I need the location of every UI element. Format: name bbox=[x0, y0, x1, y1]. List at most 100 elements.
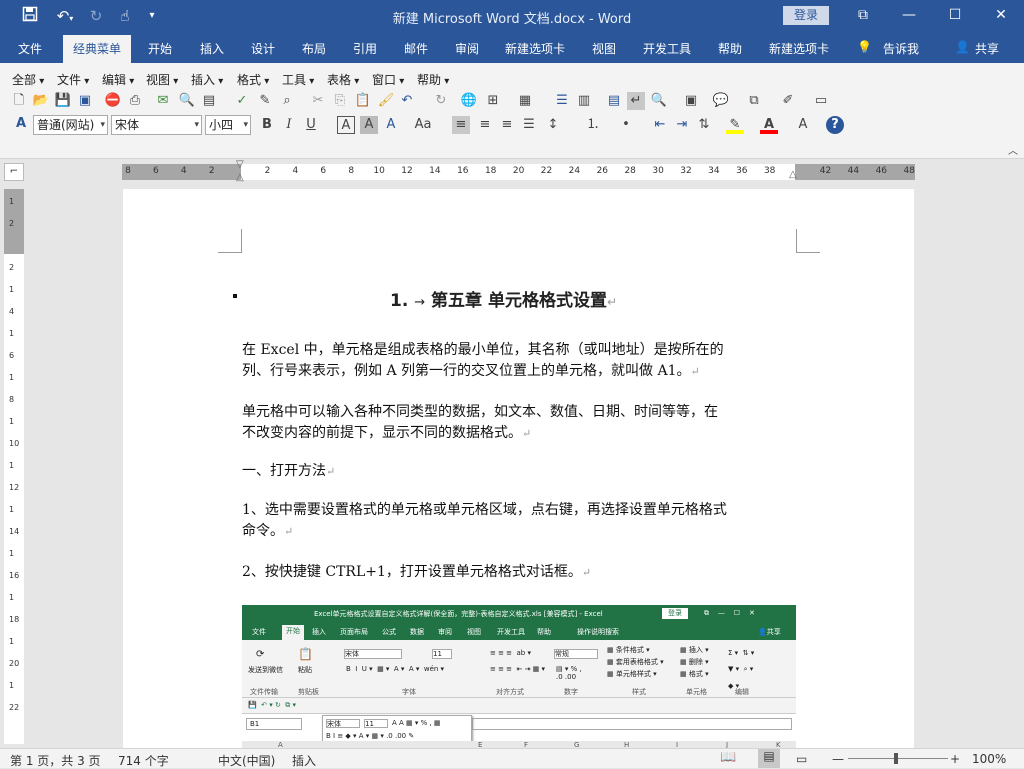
columns-icon[interactable]: ☰ bbox=[553, 92, 571, 110]
font-color-icon[interactable]: A bbox=[760, 116, 778, 134]
email-icon[interactable]: ✉ bbox=[154, 92, 172, 110]
zoom-level[interactable]: 100% bbox=[972, 752, 1006, 766]
tab-developer[interactable]: 开发工具 bbox=[643, 40, 691, 57]
format-painter-icon[interactable]: 🖌 bbox=[377, 92, 395, 110]
print-layout-view-icon[interactable]: ▤ bbox=[758, 749, 780, 768]
comment-icon[interactable]: 💬 bbox=[712, 92, 730, 110]
tab-mailings[interactable]: 邮件 bbox=[404, 40, 428, 57]
paragraph-3[interactable]: 一、打开方法↵ bbox=[242, 461, 802, 482]
tab-file[interactable]: 文件 bbox=[18, 40, 42, 57]
horizontal-ruler[interactable]: ⌐ 8 6 4 2 2 4 6 8 10 12 14 16 18 20 22 24 26 28 30 32 34 36 38… bbox=[0, 159, 1024, 185]
tab-layout[interactable]: 布局 bbox=[302, 40, 326, 57]
tab-help[interactable]: 帮助 bbox=[718, 40, 742, 57]
page-setup-icon[interactable]: ▤ bbox=[200, 92, 218, 110]
justify-icon[interactable]: ☰ bbox=[520, 116, 538, 134]
excel-table-icon[interactable]: ▥ bbox=[575, 92, 593, 110]
left-indent-marker[interactable]: △ bbox=[236, 172, 244, 183]
login-button[interactable]: 登录 bbox=[783, 6, 829, 25]
vertical-ruler[interactable]: 1 2 2 1 4 1 6 1 8 1 10 1 12 1 14 1 16 1 18 1 20 1 22 bbox=[4, 189, 24, 744]
menu-all[interactable]: 全部 ▾ bbox=[12, 71, 44, 88]
display-options-icon[interactable]: ▭ bbox=[812, 92, 830, 110]
save-as-icon[interactable]: ▣ bbox=[76, 92, 94, 110]
thesaurus-icon[interactable]: ⌕ bbox=[278, 92, 296, 110]
minimize-button[interactable]: — bbox=[886, 0, 932, 33]
paste-icon[interactable]: 📋 bbox=[354, 92, 372, 110]
maximize-button[interactable]: ☐ bbox=[932, 0, 978, 33]
bullets-icon[interactable]: • bbox=[617, 116, 635, 134]
tell-me-search[interactable]: 告诉我 bbox=[883, 40, 919, 57]
person-icon[interactable]: 👤 bbox=[955, 40, 970, 54]
research-icon[interactable]: ✎ bbox=[256, 92, 274, 110]
tab-view[interactable]: 视图 bbox=[592, 40, 616, 57]
document-map-icon[interactable]: ▤ bbox=[605, 92, 623, 110]
language-indicator[interactable]: 中文(中国) bbox=[218, 752, 275, 769]
web-layout-view-icon[interactable]: ▭ bbox=[796, 752, 807, 766]
character-border-icon[interactable]: A bbox=[337, 116, 355, 134]
markup-icon[interactable]: ✐ bbox=[779, 92, 797, 110]
tab-new-2[interactable]: 新建选项卡 bbox=[769, 40, 829, 57]
track-changes-icon[interactable]: ⧉ bbox=[745, 92, 763, 110]
change-case-icon[interactable]: Aa bbox=[414, 116, 432, 134]
zoom-icon[interactable]: 🔍 bbox=[650, 92, 668, 110]
borders-icon[interactable]: ⊞ bbox=[484, 92, 502, 110]
read-mode-icon[interactable]: ▣ bbox=[682, 92, 700, 110]
underline-icon[interactable]: U bbox=[302, 116, 320, 134]
open-folder-icon[interactable]: 📂 bbox=[32, 92, 50, 110]
print-icon[interactable]: ⎙ bbox=[126, 92, 144, 110]
read-mode-view-icon[interactable]: 📖 bbox=[720, 750, 736, 765]
tab-selector-icon[interactable]: ⌐ bbox=[4, 163, 24, 181]
font-select[interactable]: 宋体 ▾ bbox=[111, 115, 202, 135]
paragraph-5[interactable]: 2、按快捷键 CTRL+1，打开设置单元格格式对话框。↵ bbox=[242, 562, 802, 583]
redo-icon[interactable]: ↻ bbox=[432, 92, 450, 110]
paragraph-4[interactable]: 1、选中需要设置格式的单元格或单元格区域，点右键，再选择设置单元格格式 命令。↵ bbox=[242, 500, 802, 542]
show-marks-icon[interactable]: ↵ bbox=[627, 92, 645, 110]
align-center-icon[interactable]: ≡ bbox=[476, 116, 494, 134]
tab-new-1[interactable]: 新建选项卡 bbox=[505, 40, 565, 57]
undo-icon[interactable]: ↶ bbox=[398, 92, 416, 110]
font-format-icon[interactable]: A bbox=[794, 116, 812, 134]
menu-table[interactable]: 表格 ▾ bbox=[327, 71, 359, 88]
sort-icon[interactable]: ⇅ bbox=[695, 116, 713, 134]
tab-classic-menu[interactable]: 经典菜单 bbox=[63, 35, 132, 63]
save-icon[interactable]: 💾 bbox=[54, 92, 72, 110]
tab-references[interactable]: 引用 bbox=[353, 40, 377, 57]
word-count[interactable]: 714 个字 bbox=[118, 752, 169, 769]
hyperlink-icon[interactable]: 🌐 bbox=[460, 92, 478, 110]
increase-indent-icon[interactable]: ⇥ bbox=[673, 116, 691, 134]
align-left-icon[interactable]: ≡ bbox=[452, 116, 470, 134]
permission-icon[interactable]: ⛔ bbox=[104, 92, 122, 110]
zoom-slider-thumb[interactable] bbox=[894, 753, 898, 764]
menu-edit[interactable]: 编辑 ▾ bbox=[102, 71, 134, 88]
chapter-heading[interactable]: 1. → 第五章 单元格格式设置↵ bbox=[390, 286, 617, 311]
excel-screenshot-image[interactable]: Excel单元格格式设置自定义格式详解(保全面，完整)-表格自定义格式.xls … bbox=[242, 605, 796, 748]
tab-home[interactable]: 开始 bbox=[148, 40, 172, 57]
zoom-in-button[interactable]: + bbox=[950, 752, 960, 766]
share-button[interactable]: 共享 bbox=[975, 40, 999, 57]
menu-tools[interactable]: 工具 ▾ bbox=[282, 71, 314, 88]
styles-pane-icon[interactable]: A bbox=[12, 115, 30, 133]
cut-icon[interactable]: ✂ bbox=[309, 92, 327, 110]
close-button[interactable]: ✕ bbox=[978, 0, 1024, 33]
menu-insert[interactable]: 插入 ▾ bbox=[191, 71, 223, 88]
numbering-icon[interactable]: ⒈ bbox=[584, 116, 602, 134]
copy-icon[interactable]: ⎘ bbox=[331, 92, 349, 110]
right-indent-marker[interactable]: △ bbox=[789, 169, 797, 180]
decrease-indent-icon[interactable]: ⇤ bbox=[651, 116, 669, 134]
zoom-out-button[interactable]: — bbox=[832, 752, 844, 766]
menu-format[interactable]: 格式 ▾ bbox=[237, 71, 269, 88]
highlight-icon[interactable]: ✎ bbox=[726, 116, 744, 134]
style-select[interactable]: 普通(网站) ▾ bbox=[33, 115, 108, 135]
character-shading-icon[interactable]: A bbox=[360, 116, 378, 134]
zoom-slider[interactable] bbox=[848, 758, 948, 759]
align-right-icon[interactable]: ≡ bbox=[498, 116, 516, 134]
text-effects-icon[interactable]: A bbox=[382, 116, 400, 134]
new-document-icon[interactable]: 🗋 bbox=[10, 92, 28, 110]
menu-help[interactable]: 帮助 ▾ bbox=[417, 71, 449, 88]
page-count[interactable]: 第 1 页，共 3 页 bbox=[10, 752, 101, 769]
tab-insert[interactable]: 插入 bbox=[200, 40, 224, 57]
menu-view[interactable]: 视图 ▾ bbox=[146, 71, 178, 88]
tab-design[interactable]: 设计 bbox=[251, 40, 275, 57]
help-icon[interactable]: ? bbox=[826, 116, 844, 134]
menu-window[interactable]: 窗口 ▾ bbox=[372, 71, 404, 88]
bold-icon[interactable]: B bbox=[258, 116, 276, 134]
